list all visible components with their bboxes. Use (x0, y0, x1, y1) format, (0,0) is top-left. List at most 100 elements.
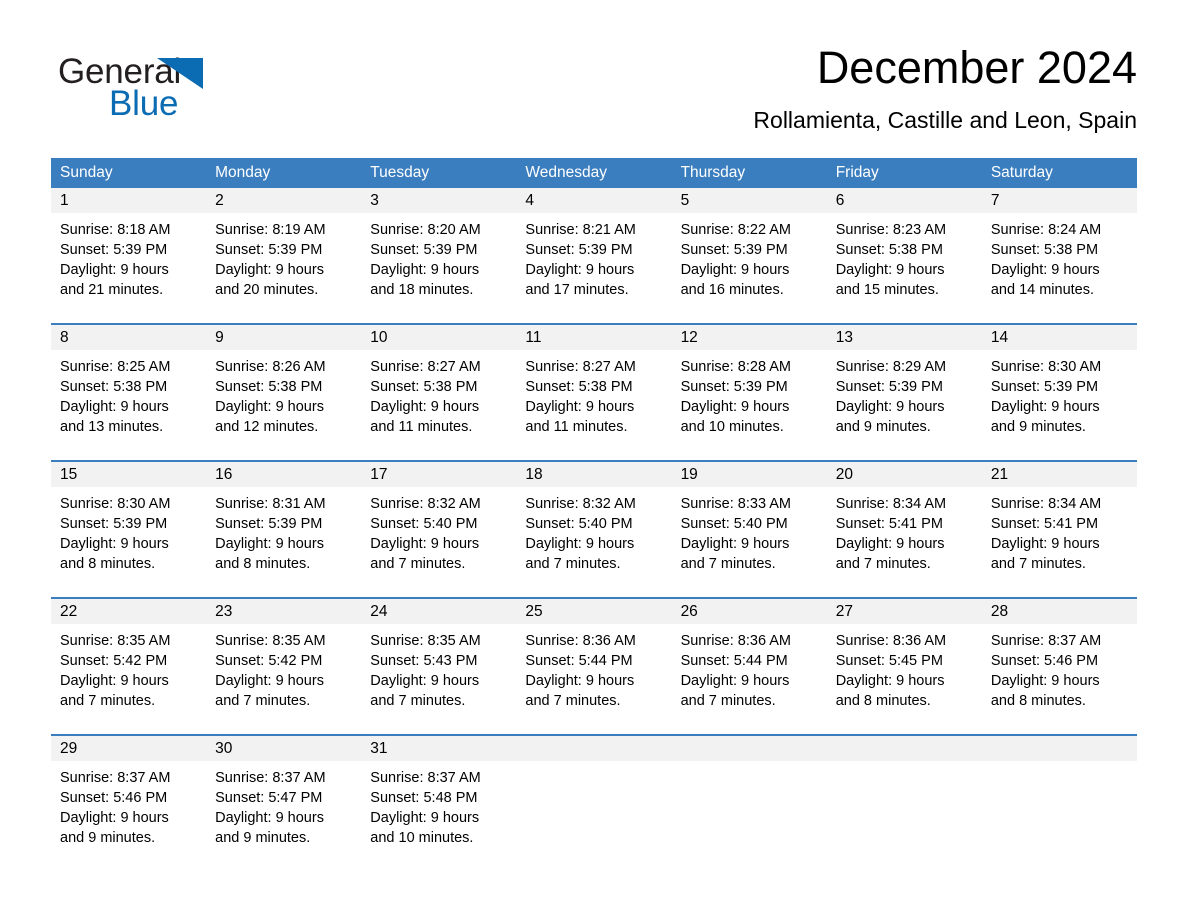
day-number (671, 736, 827, 761)
day-number: 6 (826, 188, 982, 213)
day-cell[interactable]: 26 Sunrise: 8:36 AM Sunset: 5:44 PM Dayl… (671, 599, 827, 724)
weekday-header-thursday: Thursday (680, 164, 746, 181)
sunrise-text: Sunrise: 8:30 AM (990, 359, 1102, 375)
daylight-text-line2: and 8 minutes. (990, 693, 1086, 709)
day-cell[interactable]: 4 Sunrise: 8:21 AM Sunset: 5:39 PM Dayli… (516, 188, 672, 313)
sunset-text: Sunset: 5:48 PM (370, 790, 478, 806)
day-number: 11 (516, 325, 672, 350)
day-cell[interactable]: 12 Sunrise: 8:28 AM Sunset: 5:39 PM Dayl… (671, 325, 827, 450)
day-number: 4 (516, 188, 672, 213)
daylight-text-line2: and 18 minutes. (370, 282, 474, 298)
daylight-text-line1: Daylight: 9 hours (370, 810, 480, 826)
day-number: 26 (671, 599, 827, 624)
day-cell[interactable]: 17 Sunrise: 8:32 AM Sunset: 5:40 PM Dayl… (361, 462, 517, 587)
sunset-text: Sunset: 5:46 PM (60, 790, 168, 806)
day-number: 23 (206, 599, 362, 624)
daylight-text-line1: Daylight: 9 hours (370, 673, 480, 689)
daylight-text-line1: Daylight: 9 hours (990, 536, 1100, 552)
sunrise-text: Sunrise: 8:35 AM (370, 633, 481, 649)
day-cell[interactable]: 15 Sunrise: 8:30 AM Sunset: 5:39 PM Dayl… (51, 462, 207, 587)
daylight-text-line1: Daylight: 9 hours (370, 262, 480, 278)
day-cell[interactable]: 11 Sunrise: 8:27 AM Sunset: 5:38 PM Dayl… (516, 325, 672, 450)
day-cell[interactable]: 19 Sunrise: 8:33 AM Sunset: 5:40 PM Dayl… (671, 462, 827, 587)
day-cell[interactable]: 22 Sunrise: 8:35 AM Sunset: 5:42 PM Dayl… (51, 599, 207, 724)
daylight-text-line2: and 20 minutes. (215, 282, 319, 298)
daylight-text-line2: and 10 minutes. (680, 419, 784, 435)
day-number: 28 (981, 599, 1137, 624)
day-info: Sunrise: 8:32 AM Sunset: 5:40 PM Dayligh… (361, 487, 516, 574)
day-number: 24 (361, 599, 517, 624)
day-info: Sunrise: 8:37 AM Sunset: 5:48 PM Dayligh… (361, 761, 516, 848)
day-cell[interactable]: 14 Sunrise: 8:30 AM Sunset: 5:39 PM Dayl… (981, 325, 1137, 450)
week-row: 29 Sunrise: 8:37 AM Sunset: 5:46 PM Dayl… (51, 734, 1137, 861)
day-cell[interactable]: 23 Sunrise: 8:35 AM Sunset: 5:42 PM Dayl… (206, 599, 362, 724)
day-cell[interactable]: 24 Sunrise: 8:35 AM Sunset: 5:43 PM Dayl… (361, 599, 517, 724)
day-cell[interactable]: 10 Sunrise: 8:27 AM Sunset: 5:38 PM Dayl… (361, 325, 517, 450)
day-number (981, 736, 1137, 761)
day-cell[interactable]: 16 Sunrise: 8:31 AM Sunset: 5:39 PM Dayl… (206, 462, 362, 587)
day-number: 5 (671, 188, 827, 213)
day-cell-empty (826, 736, 982, 861)
sunrise-text: Sunrise: 8:35 AM (215, 633, 326, 649)
day-cell[interactable]: 13 Sunrise: 8:29 AM Sunset: 5:39 PM Dayl… (826, 325, 982, 450)
day-number: 2 (206, 188, 362, 213)
brand-logo[interactable]: General Blue (58, 52, 358, 132)
sunset-text: Sunset: 5:42 PM (215, 653, 323, 669)
day-info: Sunrise: 8:28 AM Sunset: 5:39 PM Dayligh… (672, 350, 827, 437)
sunset-text: Sunset: 5:38 PM (525, 379, 633, 395)
daylight-text-line1: Daylight: 9 hours (60, 810, 169, 826)
day-cell[interactable]: 27 Sunrise: 8:36 AM Sunset: 5:45 PM Dayl… (826, 599, 982, 724)
sunrise-text: Sunrise: 8:26 AM (215, 359, 326, 375)
sunset-text: Sunset: 5:39 PM (680, 379, 788, 395)
day-cell[interactable]: 6 Sunrise: 8:23 AM Sunset: 5:38 PM Dayli… (826, 188, 982, 313)
calendar-page: General Blue December 2024 Rollamienta, … (0, 0, 1188, 918)
daylight-text-line1: Daylight: 9 hours (215, 673, 324, 689)
day-info: Sunrise: 8:30 AM Sunset: 5:39 PM Dayligh… (982, 350, 1137, 437)
daylight-text-line2: and 8 minutes. (60, 556, 156, 572)
day-cell[interactable]: 1 Sunrise: 8:18 AM Sunset: 5:39 PM Dayli… (51, 188, 207, 313)
daylight-text-line2: and 7 minutes. (525, 556, 621, 572)
page-subtitle: Rollamienta, Castille and Leon, Spain (753, 107, 1137, 133)
daylight-text-line2: and 7 minutes. (60, 693, 156, 709)
sunset-text: Sunset: 5:39 PM (370, 242, 478, 258)
day-cell[interactable]: 25 Sunrise: 8:36 AM Sunset: 5:44 PM Dayl… (516, 599, 672, 724)
day-info: Sunrise: 8:35 AM Sunset: 5:42 PM Dayligh… (51, 624, 206, 711)
day-cell[interactable]: 18 Sunrise: 8:32 AM Sunset: 5:40 PM Dayl… (516, 462, 672, 587)
day-cell[interactable]: 29 Sunrise: 8:37 AM Sunset: 5:46 PM Dayl… (51, 736, 207, 861)
day-info: Sunrise: 8:34 AM Sunset: 5:41 PM Dayligh… (827, 487, 982, 574)
sunset-text: Sunset: 5:42 PM (60, 653, 168, 669)
daylight-text-line2: and 13 minutes. (60, 419, 164, 435)
day-cell[interactable]: 30 Sunrise: 8:37 AM Sunset: 5:47 PM Dayl… (206, 736, 362, 861)
week-row: 1 Sunrise: 8:18 AM Sunset: 5:39 PM Dayli… (51, 188, 1137, 313)
daylight-text-line2: and 7 minutes. (835, 556, 931, 572)
day-cell[interactable]: 9 Sunrise: 8:26 AM Sunset: 5:38 PM Dayli… (206, 325, 362, 450)
day-number: 1 (51, 188, 207, 213)
day-number: 20 (826, 462, 982, 487)
sunrise-text: Sunrise: 8:34 AM (990, 496, 1102, 512)
sunset-text: Sunset: 5:41 PM (990, 516, 1099, 532)
sunset-text: Sunset: 5:39 PM (215, 516, 323, 532)
day-cell[interactable]: 21 Sunrise: 8:34 AM Sunset: 5:41 PM Dayl… (981, 462, 1137, 587)
sunset-text: Sunset: 5:39 PM (215, 242, 323, 258)
sunset-text: Sunset: 5:39 PM (680, 242, 788, 258)
weekday-header-row: Sunday Monday Tuesday Wednesday Thursday… (51, 158, 1137, 188)
day-cell[interactable]: 7 Sunrise: 8:24 AM Sunset: 5:38 PM Dayli… (981, 188, 1137, 313)
daylight-text-line1: Daylight: 9 hours (60, 673, 169, 689)
daylight-text-line2: and 12 minutes. (215, 419, 319, 435)
sunrise-text: Sunrise: 8:33 AM (680, 496, 791, 512)
day-info: Sunrise: 8:34 AM Sunset: 5:41 PM Dayligh… (982, 487, 1137, 574)
daylight-text-line2: and 7 minutes. (990, 556, 1086, 572)
day-cell[interactable]: 5 Sunrise: 8:22 AM Sunset: 5:39 PM Dayli… (671, 188, 827, 313)
day-cell[interactable]: 3 Sunrise: 8:20 AM Sunset: 5:39 PM Dayli… (361, 188, 517, 313)
day-info: Sunrise: 8:36 AM Sunset: 5:44 PM Dayligh… (672, 624, 827, 711)
day-info: Sunrise: 8:25 AM Sunset: 5:38 PM Dayligh… (51, 350, 206, 437)
day-cell[interactable]: 8 Sunrise: 8:25 AM Sunset: 5:38 PM Dayli… (51, 325, 207, 450)
week-row: 15 Sunrise: 8:30 AM Sunset: 5:39 PM Dayl… (51, 460, 1137, 587)
day-cell[interactable]: 20 Sunrise: 8:34 AM Sunset: 5:41 PM Dayl… (826, 462, 982, 587)
day-info: Sunrise: 8:23 AM Sunset: 5:38 PM Dayligh… (827, 213, 982, 300)
day-cell[interactable]: 31 Sunrise: 8:37 AM Sunset: 5:48 PM Dayl… (361, 736, 517, 861)
day-cell[interactable]: 28 Sunrise: 8:37 AM Sunset: 5:46 PM Dayl… (981, 599, 1137, 724)
day-cell[interactable]: 2 Sunrise: 8:19 AM Sunset: 5:39 PM Dayli… (206, 188, 362, 313)
daylight-text-line1: Daylight: 9 hours (215, 262, 324, 278)
day-number (826, 736, 982, 761)
